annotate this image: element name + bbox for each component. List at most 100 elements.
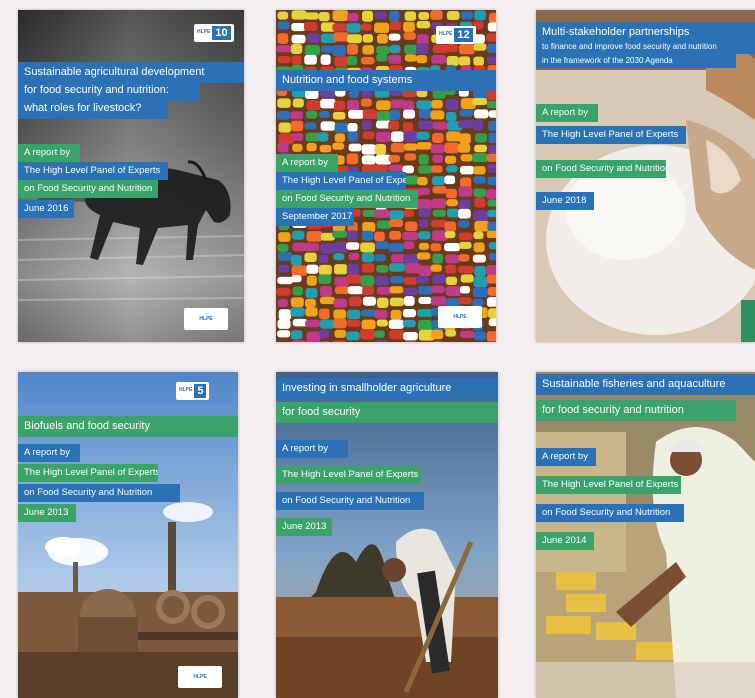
- market-tile: [416, 54, 428, 64]
- market-tile: [361, 155, 376, 165]
- market-tile: [458, 241, 472, 249]
- market-tile: [430, 10, 443, 20]
- market-tile: [319, 296, 336, 305]
- market-tile: [332, 111, 346, 120]
- cover-title-line: for food security: [276, 402, 498, 423]
- market-tile: [390, 142, 406, 153]
- panel-name-line: on Food Security and Nutrition: [18, 180, 158, 198]
- market-tile: [334, 56, 348, 67]
- market-tile: [348, 252, 360, 260]
- market-tile: [416, 142, 432, 150]
- market-tile: [404, 263, 421, 274]
- market-tile: [445, 276, 458, 285]
- market-tile: [418, 120, 434, 130]
- market-tile: [416, 252, 431, 260]
- market-tile: [361, 144, 377, 155]
- market-tile: [290, 307, 305, 317]
- market-tile: [346, 23, 361, 33]
- market-tile: [403, 241, 415, 250]
- market-tile: [277, 243, 289, 253]
- market-tile: [306, 264, 319, 274]
- market-tile: [277, 142, 289, 153]
- market-tile: [460, 274, 474, 283]
- market-tile: [416, 21, 431, 29]
- market-tile: [487, 287, 496, 296]
- panel-name-line: on Food Security and Nutrition: [276, 190, 418, 208]
- market-tile: [347, 34, 362, 44]
- hlpe-badge: HLPE 10: [194, 24, 234, 43]
- market-tile: [474, 144, 488, 153]
- market-tile: [418, 319, 433, 331]
- market-tile: [318, 264, 332, 275]
- market-tile: [389, 109, 401, 121]
- market-tile: [306, 275, 317, 286]
- report-cover-fisheries[interactable]: Sustainable fisheries and aquaculture fo…: [536, 372, 755, 698]
- panel-name-line: on Food Security and Nutrition: [536, 160, 666, 178]
- market-tile: [432, 253, 444, 264]
- hlpe-footer-logo: HLPE: [438, 306, 482, 328]
- market-tile: [432, 176, 446, 186]
- report-cover-nutrition[interactable]: HLPE 12 Nutrition and food systems A rep…: [276, 10, 496, 342]
- market-tile: [362, 285, 375, 295]
- market-tile: [416, 131, 430, 140]
- market-tile: [486, 264, 496, 276]
- market-tile: [334, 329, 347, 338]
- market-tile: [388, 120, 400, 130]
- report-cover-smallholder[interactable]: Investing in smallholder agriculture for…: [276, 372, 498, 698]
- market-tile: [346, 153, 359, 165]
- market-tile: [348, 143, 362, 152]
- market-tile: [376, 111, 391, 122]
- market-tile: [459, 133, 471, 145]
- market-tile: [388, 164, 404, 172]
- market-tile: [332, 318, 347, 329]
- market-tile: [472, 120, 484, 131]
- market-tile: [376, 131, 391, 143]
- market-tile: [374, 11, 387, 20]
- market-tile: [473, 56, 485, 66]
- report-cover-biofuels[interactable]: HLPE 5 Biofuels and food security A repo…: [18, 372, 238, 698]
- market-tile: [290, 120, 304, 132]
- market-tile: [486, 153, 496, 162]
- market-tile: [318, 132, 329, 142]
- panel-name-line: The High Level Panel of Experts: [276, 466, 421, 484]
- market-tile: [389, 44, 401, 54]
- market-tile: [389, 210, 404, 220]
- market-tile: [458, 56, 471, 66]
- market-tile: [361, 319, 376, 330]
- market-tile: [320, 98, 336, 109]
- market-tile: [374, 231, 385, 242]
- market-tile: [473, 166, 486, 175]
- report-cover-livestock[interactable]: HLPE 10 Sustainable agricultural develop…: [18, 10, 244, 342]
- market-tile: [404, 221, 418, 232]
- market-tile: [320, 45, 334, 53]
- cover-title-line: for food security and nutrition: [536, 400, 736, 421]
- market-tile: [472, 210, 489, 221]
- market-tile: [276, 45, 292, 53]
- market-tile: [291, 10, 307, 20]
- panel-name-line: The High Level Panel of Experts: [18, 464, 158, 482]
- market-tile: [388, 54, 402, 64]
- market-tile: [430, 110, 445, 120]
- market-tile: [404, 11, 417, 21]
- market-tile: [418, 11, 430, 20]
- market-tile: [332, 10, 349, 22]
- panel-name-line: on Food Security and Nutrition: [276, 492, 424, 510]
- panel-name-line: The High Level Panel of Experts: [276, 172, 406, 190]
- report-cover-partnerships[interactable]: Multi-stakeholder partnerships to financ…: [536, 10, 755, 342]
- hlpe-logo: HLPE: [179, 387, 193, 394]
- market-tile: [474, 10, 486, 21]
- market-tile: [472, 287, 488, 298]
- market-tile: [432, 209, 447, 217]
- market-tile: [375, 276, 389, 286]
- market-tile: [388, 33, 401, 41]
- market-tile: [333, 253, 345, 261]
- market-tile: [320, 285, 333, 297]
- market-tile: [277, 11, 289, 20]
- report-date: June 2013: [276, 518, 332, 536]
- market-tile: [444, 221, 456, 232]
- market-tile: [416, 100, 432, 109]
- market-tile: [445, 286, 462, 296]
- market-tile: [472, 153, 488, 163]
- report-by-label: A report by: [276, 440, 348, 458]
- market-tile: [306, 142, 317, 152]
